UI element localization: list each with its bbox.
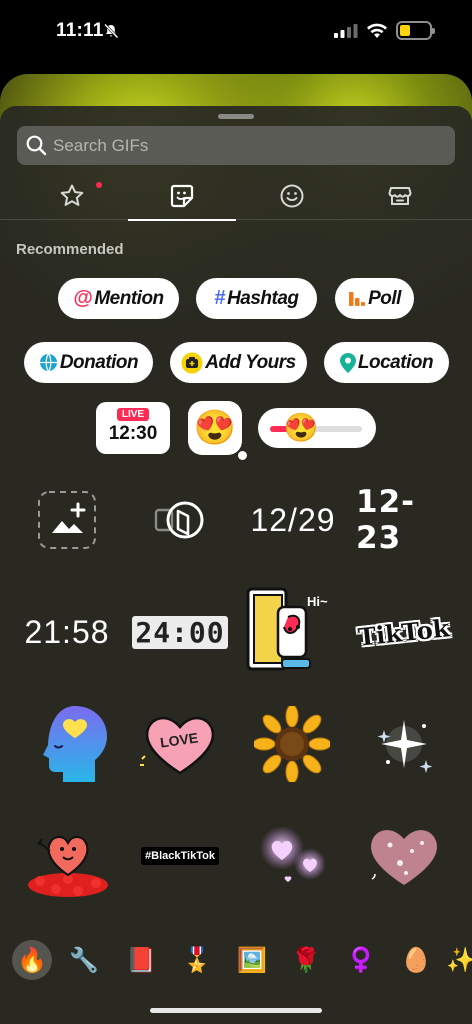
date-dash-text: 12-23 xyxy=(356,484,416,556)
category-rose[interactable]: 🌹 xyxy=(286,940,326,980)
emoji-question-sticker[interactable]: 😍 xyxy=(188,401,247,460)
upload-image-sticker[interactable] xyxy=(19,472,115,568)
hashtag-sticker-button[interactable]: # Hashtag xyxy=(196,278,317,319)
live-time: 12:30 xyxy=(108,423,158,444)
sparkles-icon xyxy=(377,720,433,773)
cell-signal-icon xyxy=(334,24,358,38)
category-fire[interactable]: 🔥 xyxy=(12,940,52,980)
status-bar: 11:11 xyxy=(0,0,472,64)
at-icon: @ xyxy=(73,287,93,309)
female-symbol-icon: ♀️ xyxy=(346,946,376,974)
category-tools[interactable]: 🔧 xyxy=(64,940,104,980)
hi-text: Hi~ xyxy=(307,594,328,609)
pink-heart-sticker[interactable] xyxy=(356,808,452,904)
status-time: 11:11 xyxy=(56,20,104,41)
poll-label: Poll xyxy=(368,287,401,309)
sheet-grabber[interactable] xyxy=(218,114,254,119)
tab-bar xyxy=(0,172,472,221)
smiley-icon xyxy=(280,184,304,208)
search-bar xyxy=(17,126,455,165)
category-bar: 🔥 🔧 📕 🎖️ 🖼️ 🌹 ♀️ 🥚 ✨ xyxy=(0,926,472,996)
sparkle-icon: ✨ xyxy=(446,946,472,974)
notification-dot xyxy=(96,182,102,188)
black-tiktok-text: #BlackTikTok xyxy=(141,847,219,865)
shop-icon xyxy=(388,187,412,205)
poll-icon xyxy=(348,290,366,308)
head-heart-icon xyxy=(43,706,107,782)
home-indicator[interactable] xyxy=(150,1008,322,1013)
badge-icon: 🎖️ xyxy=(182,946,212,974)
time-flip-text: 24:00 xyxy=(132,615,228,649)
battery-icon xyxy=(396,21,435,40)
hashtag-icon: # xyxy=(214,287,226,309)
search-icon xyxy=(26,135,47,156)
sticker-sheet: Recommended @ Mention # Hashtag Poll Don… xyxy=(0,106,472,1024)
tab-emoji[interactable] xyxy=(237,172,347,220)
donation-label: Donation xyxy=(59,351,139,373)
love-heart-sticker[interactable]: LOVE xyxy=(132,696,228,792)
heart-character-sticker[interactable] xyxy=(19,808,115,904)
sunflower-icon xyxy=(254,706,330,782)
time-digital-text: 21:58 xyxy=(24,613,110,650)
star-icon xyxy=(60,184,84,206)
mention-sticker-button[interactable]: @ Mention xyxy=(58,278,179,319)
emoji-slider-sticker[interactable]: 😍 xyxy=(258,408,376,448)
rose-icon: 🌹 xyxy=(291,946,321,974)
add-yours-sticker-button[interactable]: Add Yours xyxy=(170,342,307,383)
heart-character-icon xyxy=(28,836,108,897)
book-icon: 📕 xyxy=(126,946,156,974)
live-event-sticker[interactable]: LIVE 12:30 xyxy=(96,402,170,454)
glowing-hearts-sticker[interactable] xyxy=(244,808,340,904)
dad-icon: 🖼️ xyxy=(237,946,267,974)
globe-icon xyxy=(39,353,58,372)
tiktok-logo-sticker[interactable]: TikTok xyxy=(356,584,452,680)
sunflower-sticker[interactable] xyxy=(244,696,340,792)
add-image-icon xyxy=(38,491,96,549)
bell-off-icon xyxy=(104,23,119,39)
sparkle-sticker[interactable] xyxy=(356,696,452,792)
date-sticker-dash[interactable]: 12-23 xyxy=(356,472,452,568)
category-female[interactable]: ♀️ xyxy=(341,940,381,980)
location-sticker-button[interactable]: Location xyxy=(324,342,449,383)
tab-shop[interactable] xyxy=(345,172,455,220)
category-sparkle[interactable]: ✨ xyxy=(446,940,472,980)
camera-plus-icon xyxy=(181,352,203,374)
cutout-sticker[interactable] xyxy=(132,472,228,568)
slider-knob-emoji: 😍 xyxy=(283,412,319,443)
wrench-icon: 🔧 xyxy=(69,946,99,974)
date-slash-text: 12/29 xyxy=(250,501,336,538)
location-label: Location xyxy=(357,351,434,373)
black-tiktok-sticker[interactable]: #BlackTikTok xyxy=(132,808,228,904)
tab-favorites[interactable] xyxy=(17,172,127,220)
mention-label: Mention xyxy=(94,287,164,309)
sticker-icon xyxy=(170,184,194,208)
date-sticker-slash[interactable]: 12/29 xyxy=(244,472,342,568)
mindful-head-sticker[interactable] xyxy=(25,696,121,792)
heart-eyes-emoji: 😍 xyxy=(193,409,237,447)
time-sticker-digital[interactable]: 21:58 xyxy=(19,584,115,680)
hi-door-sticker[interactable]: Hi~ xyxy=(244,580,340,680)
fire-icon: 🔥 xyxy=(17,946,47,974)
section-title: Recommended xyxy=(16,241,124,258)
search-input[interactable] xyxy=(53,126,443,165)
wifi-icon xyxy=(367,23,387,38)
add-yours-label: Add Yours xyxy=(205,351,296,373)
category-book[interactable]: 📕 xyxy=(121,940,161,980)
sparkle-heart-icon xyxy=(371,830,437,885)
egg-icon: 🥚 xyxy=(401,946,431,974)
glowing-hearts-icon xyxy=(260,826,326,882)
category-badge[interactable]: 🎖️ xyxy=(177,940,217,980)
cutout-icon xyxy=(154,501,204,539)
category-egg[interactable]: 🥚 xyxy=(396,940,436,980)
tiktok-text: TikTok xyxy=(357,612,451,652)
hashtag-label: Hashtag xyxy=(227,287,299,309)
poll-sticker-button[interactable]: Poll xyxy=(335,278,414,319)
live-badge: LIVE xyxy=(116,408,150,421)
tab-stickers[interactable] xyxy=(127,172,237,221)
category-dad[interactable]: 🖼️ xyxy=(232,940,272,980)
location-pin-icon xyxy=(339,352,356,373)
donation-sticker-button[interactable]: Donation xyxy=(24,342,153,383)
time-sticker-flip[interactable]: 24:00 xyxy=(132,584,228,680)
